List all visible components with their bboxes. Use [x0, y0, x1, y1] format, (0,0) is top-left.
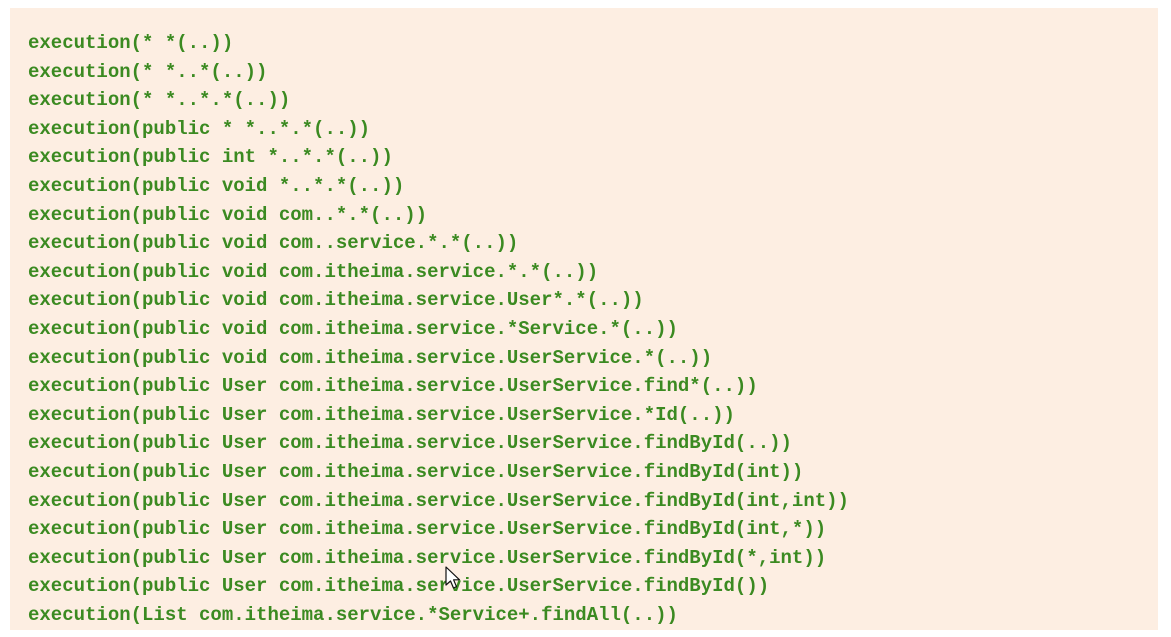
code-line: execution(* *..*(..))	[28, 60, 268, 83]
code-line: execution(* *(..))	[28, 32, 234, 54]
code-line: execution(public int *..*.*(..))	[28, 146, 393, 169]
code-line: execution(public void *..*.*(..))	[28, 174, 405, 197]
mouse-pointer-icon	[445, 566, 461, 589]
code-line: execution(public User com.itheima.servic…	[28, 489, 849, 512]
code-line: execution(public User com.itheima.servic…	[28, 575, 770, 598]
code-line: execution(public User com.itheima.servic…	[28, 460, 804, 483]
code-line: execution(public void com.itheima.servic…	[28, 317, 678, 340]
code-line: execution(List com.itheima.service.*Serv…	[28, 603, 678, 626]
code-line: execution(public void com.itheima.servic…	[28, 346, 713, 369]
code-line: execution(public void com..service.*.*(.…	[28, 232, 519, 255]
code-line: execution(public void com.itheima.servic…	[28, 289, 644, 312]
code-line: execution(public void com..*.*(..))	[28, 203, 428, 226]
code-line: execution(* *..*.*(..))	[28, 89, 291, 112]
code-panel: execution(* *(..)) execution(* *..*(..))…	[10, 8, 1158, 630]
code-line: execution(public User com.itheima.servic…	[28, 375, 758, 398]
code-line: execution(public User com.itheima.servic…	[28, 403, 735, 426]
code-line: execution(public User com.itheima.servic…	[28, 546, 827, 569]
code-list: execution(* *(..)) execution(* *..*(..))…	[28, 29, 1158, 629]
code-line: execution(public User com.itheima.servic…	[28, 518, 827, 541]
code-line: execution(public User com.itheima.servic…	[28, 432, 792, 455]
code-line: execution(public * *..*.*(..))	[28, 117, 371, 140]
code-line: execution(public void com.itheima.servic…	[28, 260, 599, 283]
